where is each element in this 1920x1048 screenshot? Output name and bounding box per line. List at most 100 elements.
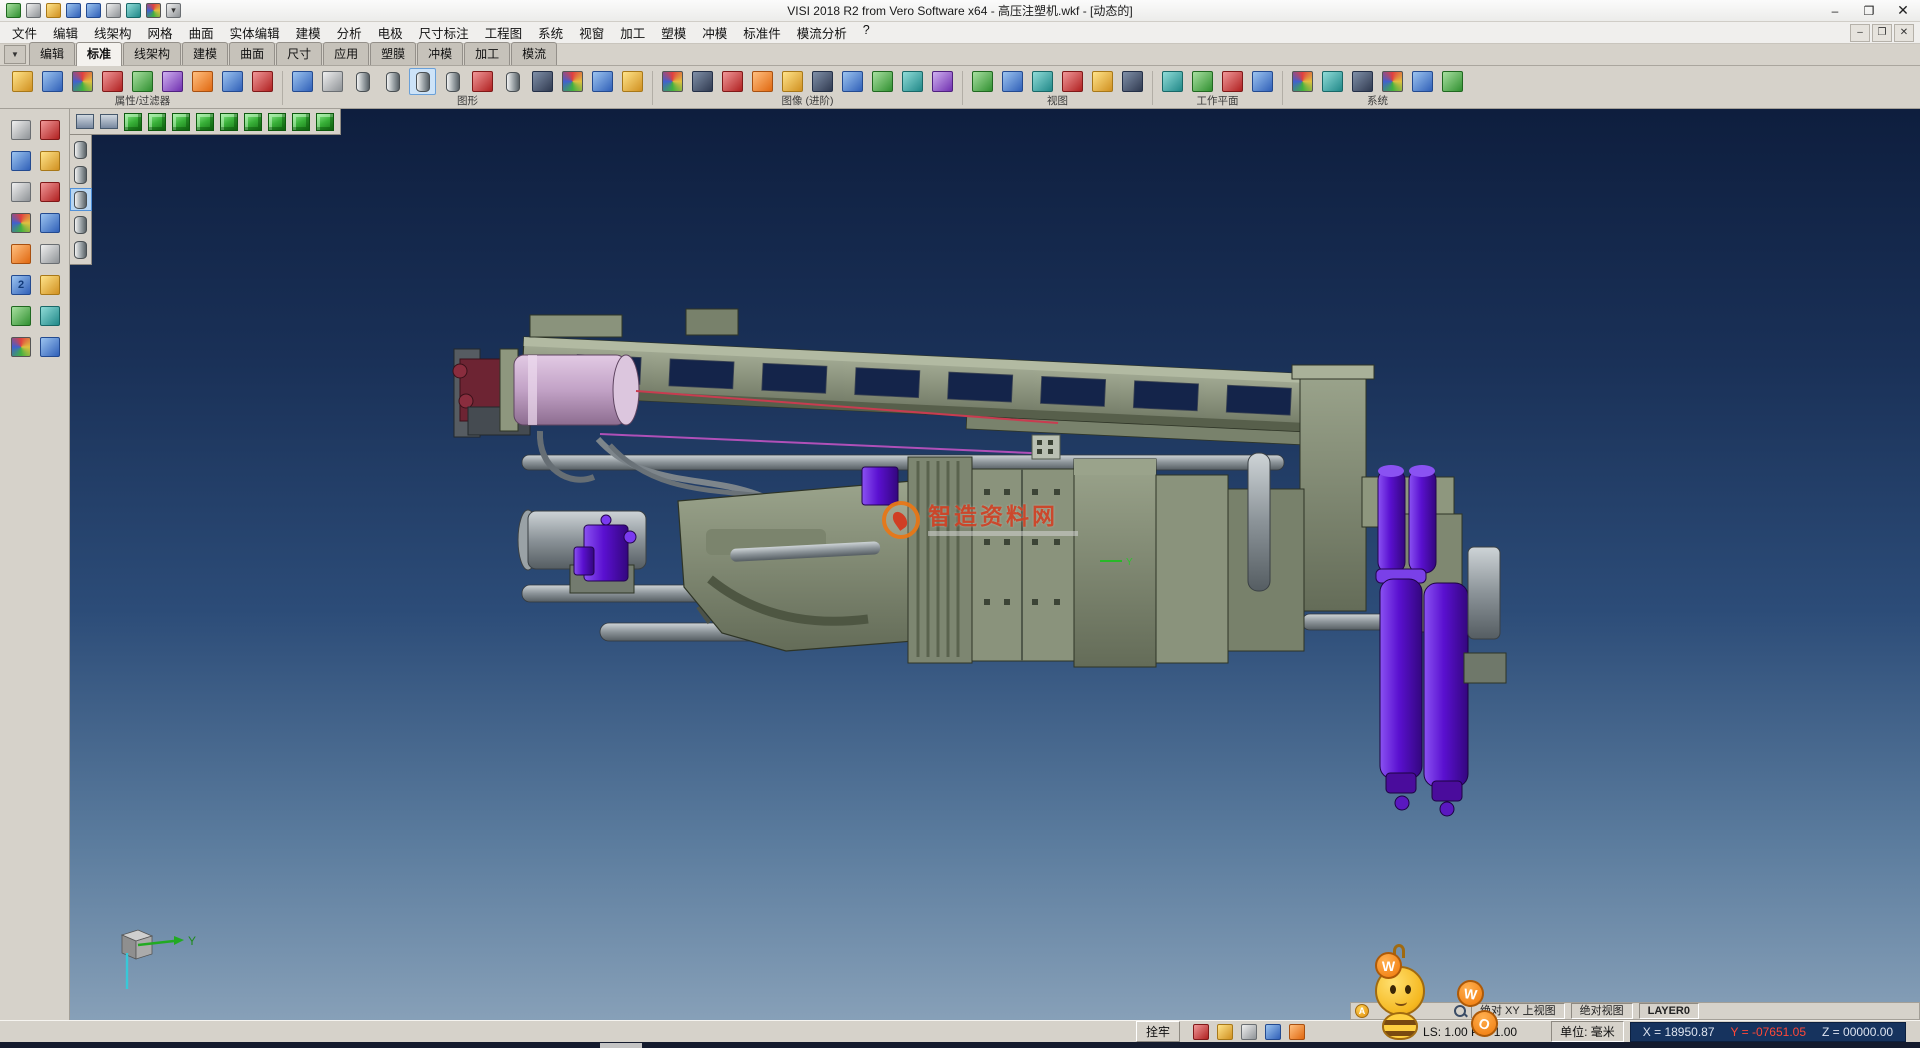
lighting-icon[interactable]: [779, 68, 806, 95]
print-icon[interactable]: [105, 2, 122, 19]
viewport-layout-icon[interactable]: [74, 111, 96, 132]
save-view-icon[interactable]: [37, 334, 63, 360]
mdi-minimize-button[interactable]: –: [1850, 24, 1870, 42]
report-icon[interactable]: [1192, 1023, 1209, 1040]
regen-icon[interactable]: [319, 68, 346, 95]
animation-icon[interactable]: [929, 68, 956, 95]
calculator-icon[interactable]: [1349, 68, 1376, 95]
tab-machining[interactable]: 加工: [464, 42, 510, 65]
ruler-measure-icon[interactable]: [37, 272, 63, 298]
stereo-view-icon[interactable]: [689, 68, 716, 95]
grid-display-icon[interactable]: [559, 68, 586, 95]
grid-snap-icon[interactable]: [589, 68, 616, 95]
shade-style-4-icon[interactable]: [70, 213, 92, 236]
visi-logo[interactable]: [5, 2, 22, 19]
filter-layer-icon[interactable]: [129, 68, 156, 95]
help-status-icon[interactable]: [1264, 1023, 1281, 1040]
filter-color-icon[interactable]: [159, 68, 186, 95]
top-view-icon[interactable]: [146, 111, 168, 132]
sheet-doc-icon[interactable]: [37, 241, 63, 267]
texture-map-icon[interactable]: [749, 68, 776, 95]
globe-settings-icon[interactable]: [1319, 68, 1346, 95]
tab-dropdown-icon[interactable]: ▼: [4, 45, 26, 64]
bottom-view-icon[interactable]: [266, 111, 288, 132]
pencil-edit-icon[interactable]: [37, 148, 63, 174]
cart-icon[interactable]: [8, 241, 34, 267]
tab-wireframe[interactable]: 线架构: [123, 42, 181, 65]
attribute-match-icon[interactable]: [39, 68, 66, 95]
attribute-edit-icon[interactable]: [9, 68, 36, 95]
style-rendered-icon[interactable]: [439, 68, 466, 95]
active-layer-indicator[interactable]: LAYER0: [1639, 1003, 1699, 1019]
reset-filter-icon[interactable]: [249, 68, 276, 95]
workplane-entity-icon[interactable]: [1219, 68, 1246, 95]
left-view-icon[interactable]: [218, 111, 240, 132]
settings-icon[interactable]: [145, 2, 162, 19]
system-info-icon[interactable]: [1439, 68, 1466, 95]
iso-view-icon[interactable]: [122, 111, 144, 132]
style-wireframe-icon[interactable]: [349, 68, 376, 95]
menu-flow-analysis[interactable]: 模流分析: [789, 21, 855, 44]
rotate-view-icon[interactable]: [1059, 68, 1086, 95]
workplane-standard-icon[interactable]: [1159, 68, 1186, 95]
two-d-mode-icon[interactable]: 2: [8, 272, 34, 298]
menu-window[interactable]: 视窗: [571, 21, 612, 44]
workplane-toggle-icon[interactable]: [1249, 68, 1276, 95]
flag-status-icon[interactable]: [1288, 1023, 1305, 1040]
magnet-filter-icon[interactable]: [189, 68, 216, 95]
menu-help[interactable]: ?: [855, 21, 878, 44]
tab-modeling[interactable]: 建模: [182, 42, 228, 65]
lock-graphics-icon[interactable]: [619, 68, 646, 95]
save-icon[interactable]: [65, 2, 82, 19]
shade-style-1-icon[interactable]: [70, 138, 92, 161]
grid-view-icon[interactable]: [8, 303, 34, 329]
render-mode-icon[interactable]: [98, 111, 120, 132]
menu-die[interactable]: 冲模: [694, 21, 735, 44]
tab-edit[interactable]: 编辑: [29, 42, 75, 65]
section-view-icon[interactable]: [719, 68, 746, 95]
bulb-icon[interactable]: [1216, 1023, 1233, 1040]
tab-standard[interactable]: 标准: [76, 42, 122, 66]
named-views-icon[interactable]: [1119, 68, 1146, 95]
menu-mould[interactable]: 塑模: [653, 21, 694, 44]
photo-render-icon[interactable]: [869, 68, 896, 95]
delete-icon[interactable]: [37, 117, 63, 143]
menu-machining[interactable]: 加工: [612, 21, 653, 44]
back-view-icon[interactable]: [242, 111, 264, 132]
snap-lock-button[interactable]: 拴牢: [1136, 1021, 1180, 1042]
render-options-icon[interactable]: [1409, 68, 1436, 95]
workplane-3point-icon[interactable]: [1189, 68, 1216, 95]
units-readout[interactable]: 单位: 毫米: [1551, 1021, 1624, 1042]
front-view-icon[interactable]: [170, 111, 192, 132]
pan-view-icon[interactable]: [1029, 68, 1056, 95]
shade-style-3-icon[interactable]: [70, 188, 92, 211]
style-shaded-icon[interactable]: [409, 68, 436, 95]
undo-arrow-icon[interactable]: [37, 303, 63, 329]
shade-style-5-icon[interactable]: [70, 238, 92, 261]
style-analysis-icon[interactable]: [499, 68, 526, 95]
tab-dimension[interactable]: 尺寸: [276, 42, 322, 65]
plot-icon[interactable]: [125, 2, 142, 19]
shadow-icon[interactable]: [809, 68, 836, 95]
shade-style-2-icon[interactable]: [70, 163, 92, 186]
screenshot-icon[interactable]: [899, 68, 926, 95]
3d-viewport[interactable]: Y: [70, 109, 1920, 1020]
absolute-view-indicator[interactable]: 绝对视图: [1571, 1003, 1633, 1019]
gear-transform-icon[interactable]: [8, 210, 34, 236]
assistant-badge-icon[interactable]: A: [1355, 1004, 1369, 1018]
tab-application[interactable]: 应用: [323, 42, 369, 65]
dynamic-rotation-icon[interactable]: [314, 111, 336, 132]
quick-access-dropdown-icon[interactable]: ▾: [165, 2, 182, 19]
mask-filter-icon[interactable]: [219, 68, 246, 95]
point-snap-icon[interactable]: [8, 148, 34, 174]
style-hidden-line-icon[interactable]: [379, 68, 406, 95]
select-arrow-icon[interactable]: [8, 117, 34, 143]
scissors-trim-icon[interactable]: [8, 179, 34, 205]
knife-split-icon[interactable]: [37, 179, 63, 205]
previous-view-icon[interactable]: [1089, 68, 1116, 95]
tab-die[interactable]: 冲模: [417, 42, 463, 65]
axonometric-view-icon[interactable]: [290, 111, 312, 132]
options-grid-icon[interactable]: [1379, 68, 1406, 95]
mdi-close-button[interactable]: ✕: [1894, 24, 1914, 42]
menu-standard-parts[interactable]: 标准件: [735, 21, 789, 44]
